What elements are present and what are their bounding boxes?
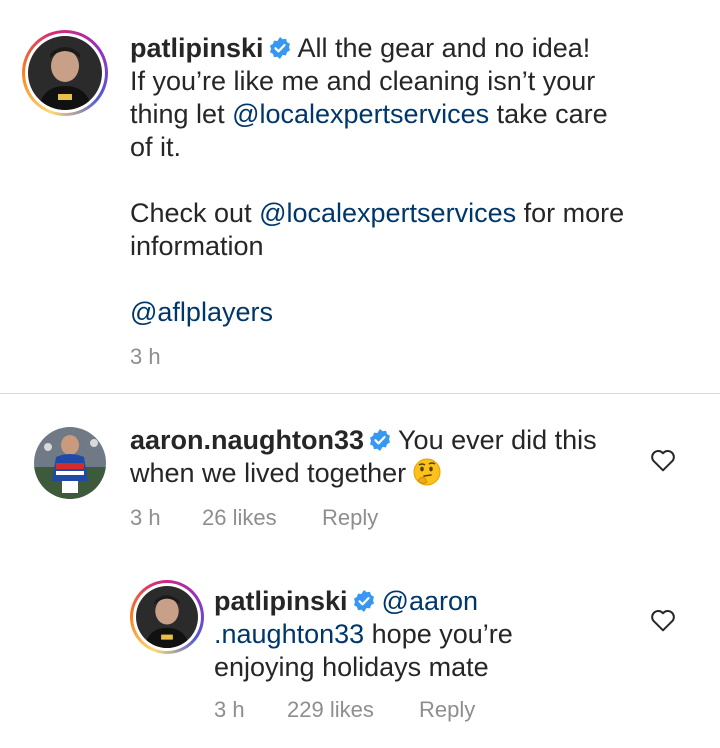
avatar-photo-aaron bbox=[34, 427, 106, 499]
heart-outline-icon[interactable] bbox=[650, 608, 676, 632]
caption-time: 3 h bbox=[130, 344, 161, 369]
reply-button-aaron[interactable]: Reply bbox=[322, 505, 378, 531]
mention-aflplayers[interactable]: @aflplayers bbox=[130, 297, 273, 327]
reply-line3: enjoying holidays mate bbox=[214, 652, 489, 682]
reply-line2: hope you’re bbox=[364, 619, 513, 649]
verified-badge-icon bbox=[269, 37, 290, 59]
thinking-face-emoji bbox=[413, 458, 441, 486]
caption-text: patlipinski All the gear and no idea! If … bbox=[130, 32, 700, 329]
comment-line2-aaron: when we lived together bbox=[130, 458, 407, 488]
caption-username[interactable]: patlipinski bbox=[130, 33, 264, 63]
reply-username[interactable]: patlipinski bbox=[214, 586, 348, 616]
caption-line5-pre: Check out bbox=[130, 198, 260, 228]
reply-meta: 3 h 229 likes Reply bbox=[214, 697, 475, 723]
caption-meta: 3 h bbox=[130, 344, 161, 370]
caption-line5-post: for more bbox=[516, 198, 625, 228]
reply-time: 3 h bbox=[214, 697, 245, 722]
verified-badge-icon bbox=[353, 590, 374, 612]
caption-line6: information bbox=[130, 231, 264, 261]
caption-divider bbox=[0, 393, 720, 394]
comment-username-aaron[interactable]: aaron.naughton33 bbox=[130, 425, 364, 455]
comment-avatar-aaron[interactable] bbox=[34, 427, 106, 499]
reply-avatar[interactable] bbox=[130, 580, 204, 654]
verified-badge-icon bbox=[370, 429, 391, 451]
mention-localexpertservices[interactable]: @localexpertservices bbox=[232, 99, 489, 129]
avatar-photo-patlipinski bbox=[28, 36, 102, 110]
comment-meta-aaron: 3 h 26 likes Reply bbox=[130, 505, 378, 531]
caption-line2: If you’re like me and cleaning isn’t you… bbox=[130, 66, 596, 96]
comment-likes-aaron[interactable]: 26 likes bbox=[202, 505, 322, 531]
comment-line1-aaron: You ever did this bbox=[398, 425, 597, 455]
comment-time-aaron: 3 h bbox=[130, 505, 161, 530]
caption-line3-post: take care bbox=[489, 99, 608, 129]
caption-avatar[interactable] bbox=[22, 30, 108, 116]
reply-text: patlipinski @aaron .naughton33 hope you’r… bbox=[214, 585, 644, 684]
caption-line1: All the gear and no idea! bbox=[297, 33, 591, 63]
caption-line3-pre: thing let bbox=[130, 99, 233, 129]
reply-likes[interactable]: 229 likes bbox=[287, 697, 419, 723]
comment-text-aaron: aaron.naughton33 You ever did this when w… bbox=[130, 424, 650, 490]
reply-button-patlipinski[interactable]: Reply bbox=[419, 697, 475, 723]
avatar-photo-patlipinski-2 bbox=[136, 586, 198, 648]
mention-aaron-part2[interactable]: .naughton33 bbox=[214, 619, 364, 649]
mention-aaron-part1[interactable]: @aaron bbox=[382, 586, 478, 616]
heart-outline-icon[interactable] bbox=[650, 448, 676, 472]
mention-localexpertservices-2[interactable]: @localexpertservices bbox=[259, 198, 516, 228]
caption-line4: of it. bbox=[130, 132, 182, 162]
